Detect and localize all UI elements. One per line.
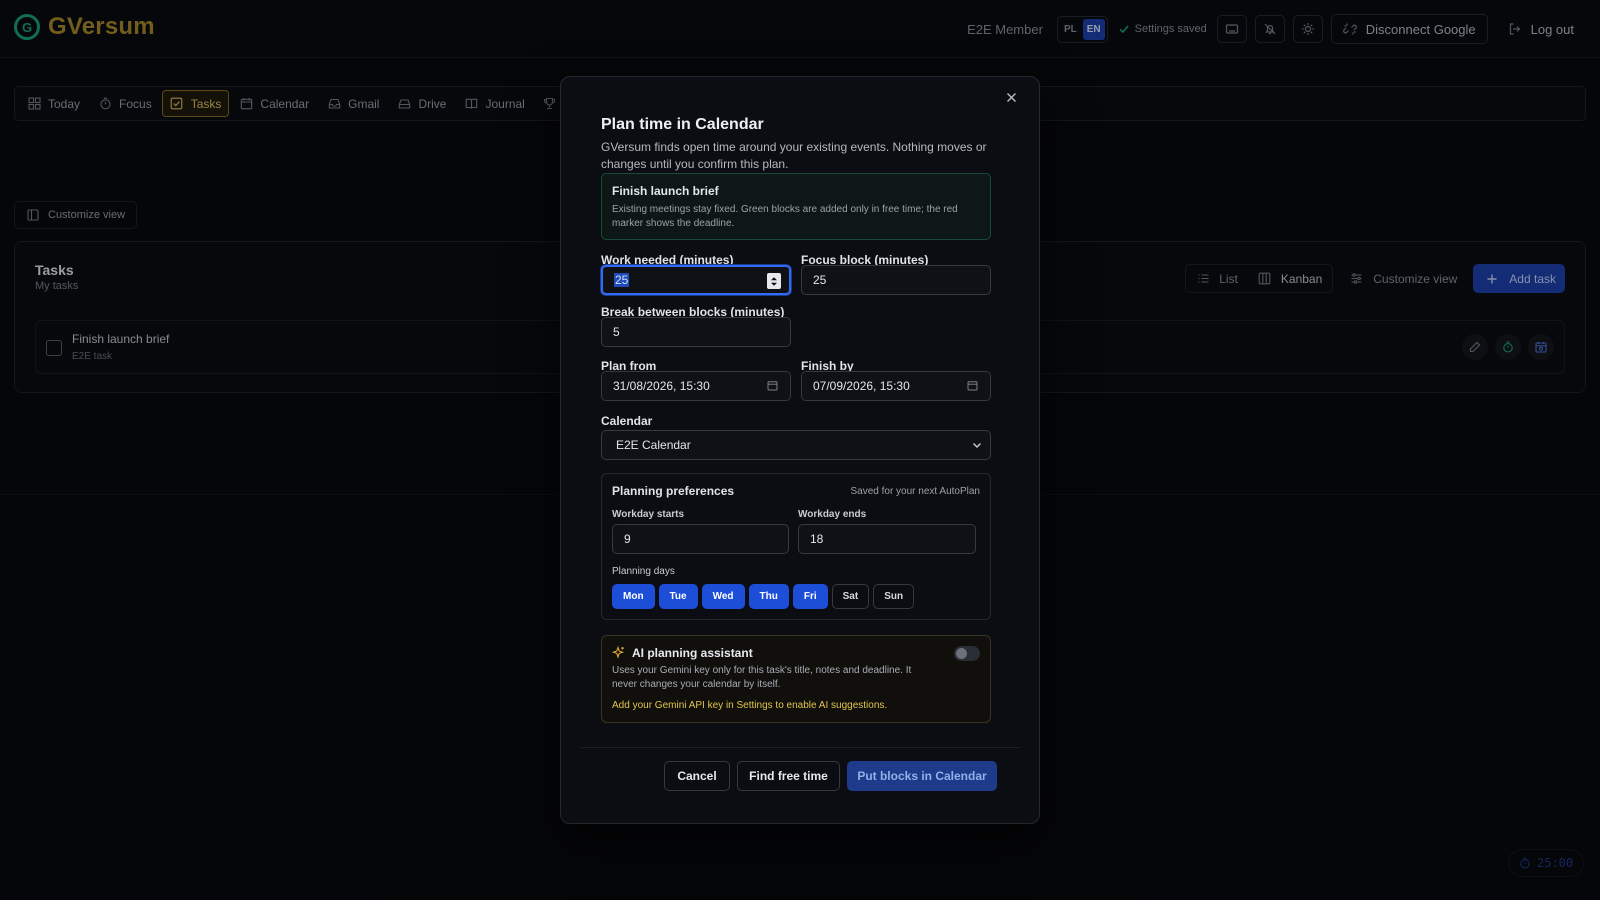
- close-icon: [1004, 90, 1018, 104]
- calendar-select[interactable]: E2E Calendar: [601, 430, 991, 460]
- break-input[interactable]: 5: [601, 317, 791, 347]
- ai-assistant-title: AI planning assistant: [632, 646, 753, 660]
- day-toggle-thu[interactable]: Thu: [748, 584, 789, 609]
- workday-ends-input[interactable]: 18: [798, 524, 976, 554]
- break-value: 5: [613, 325, 620, 339]
- calendar-label: Calendar: [601, 414, 653, 428]
- workday-starts-input[interactable]: 9: [612, 524, 789, 554]
- chevron-down-icon: [972, 440, 982, 450]
- find-free-time-button[interactable]: Find free time: [737, 761, 840, 791]
- dialog-description: GVersum finds open time around your exis…: [601, 140, 987, 171]
- workday-starts-value: 9: [624, 532, 631, 546]
- planning-preferences: Planning preferences Saved for your next…: [601, 473, 991, 620]
- finish-by-value: 07/09/2026, 15:30: [813, 379, 910, 393]
- calendar-select-value: E2E Calendar: [616, 438, 691, 452]
- workday-ends-value: 18: [810, 532, 824, 546]
- close-dialog-button[interactable]: [1003, 89, 1019, 105]
- planning-days: Mon Tue Wed Thu Fri Sat Sun: [612, 584, 915, 609]
- preferences-note: Saved for your next AutoPlan: [850, 486, 980, 497]
- stepper-icon[interactable]: [767, 273, 781, 289]
- calendar-icon[interactable]: [767, 380, 778, 391]
- dialog-title: Plan time in Calendar: [601, 116, 764, 133]
- day-toggle-fri[interactable]: Fri: [792, 584, 828, 609]
- day-toggle-sat[interactable]: Sat: [831, 584, 870, 609]
- focus-block-value: 25: [813, 273, 827, 287]
- ai-assistant-description: Uses your Gemini key only for this task'…: [612, 665, 912, 690]
- calendar-icon[interactable]: [967, 380, 978, 391]
- plan-time-dialog: Plan time in Calendar GVersum finds open…: [560, 76, 1040, 824]
- finish-by-input[interactable]: 07/09/2026, 15:30: [801, 371, 991, 401]
- preferences-title: Planning preferences: [612, 484, 735, 498]
- plan-from-input[interactable]: 31/08/2026, 15:30: [601, 371, 791, 401]
- ai-assistant-panel: AI planning assistant Uses your Gemini k…: [601, 635, 991, 723]
- day-toggle-wed[interactable]: Wed: [701, 584, 745, 609]
- task-summary-description: Existing meetings stay fixed. Green bloc…: [612, 204, 958, 229]
- planning-days-label: Planning days: [612, 566, 675, 577]
- day-toggle-tue[interactable]: Tue: [658, 584, 698, 609]
- task-summary-card: Finish launch brief Existing meetings st…: [601, 173, 991, 240]
- footer-divider: [581, 747, 1021, 748]
- cancel-button[interactable]: Cancel: [664, 761, 730, 791]
- put-blocks-button[interactable]: Put blocks in Calendar: [847, 761, 997, 791]
- work-needed-value: 25: [614, 273, 630, 287]
- workday-ends-label: Workday ends: [798, 509, 867, 520]
- ai-assistant-warning[interactable]: Add your Gemini API key in Settings to e…: [612, 700, 887, 711]
- ai-assistant-toggle[interactable]: [954, 646, 980, 661]
- day-toggle-mon[interactable]: Mon: [612, 584, 655, 609]
- day-toggle-sun[interactable]: Sun: [873, 584, 915, 609]
- plan-from-value: 31/08/2026, 15:30: [613, 379, 710, 393]
- work-needed-input[interactable]: 25: [601, 265, 791, 295]
- focus-block-input[interactable]: 25: [801, 265, 991, 295]
- sparkles-icon: [612, 646, 625, 659]
- task-summary-title: Finish launch brief: [612, 184, 719, 198]
- workday-starts-label: Workday starts: [612, 509, 685, 520]
